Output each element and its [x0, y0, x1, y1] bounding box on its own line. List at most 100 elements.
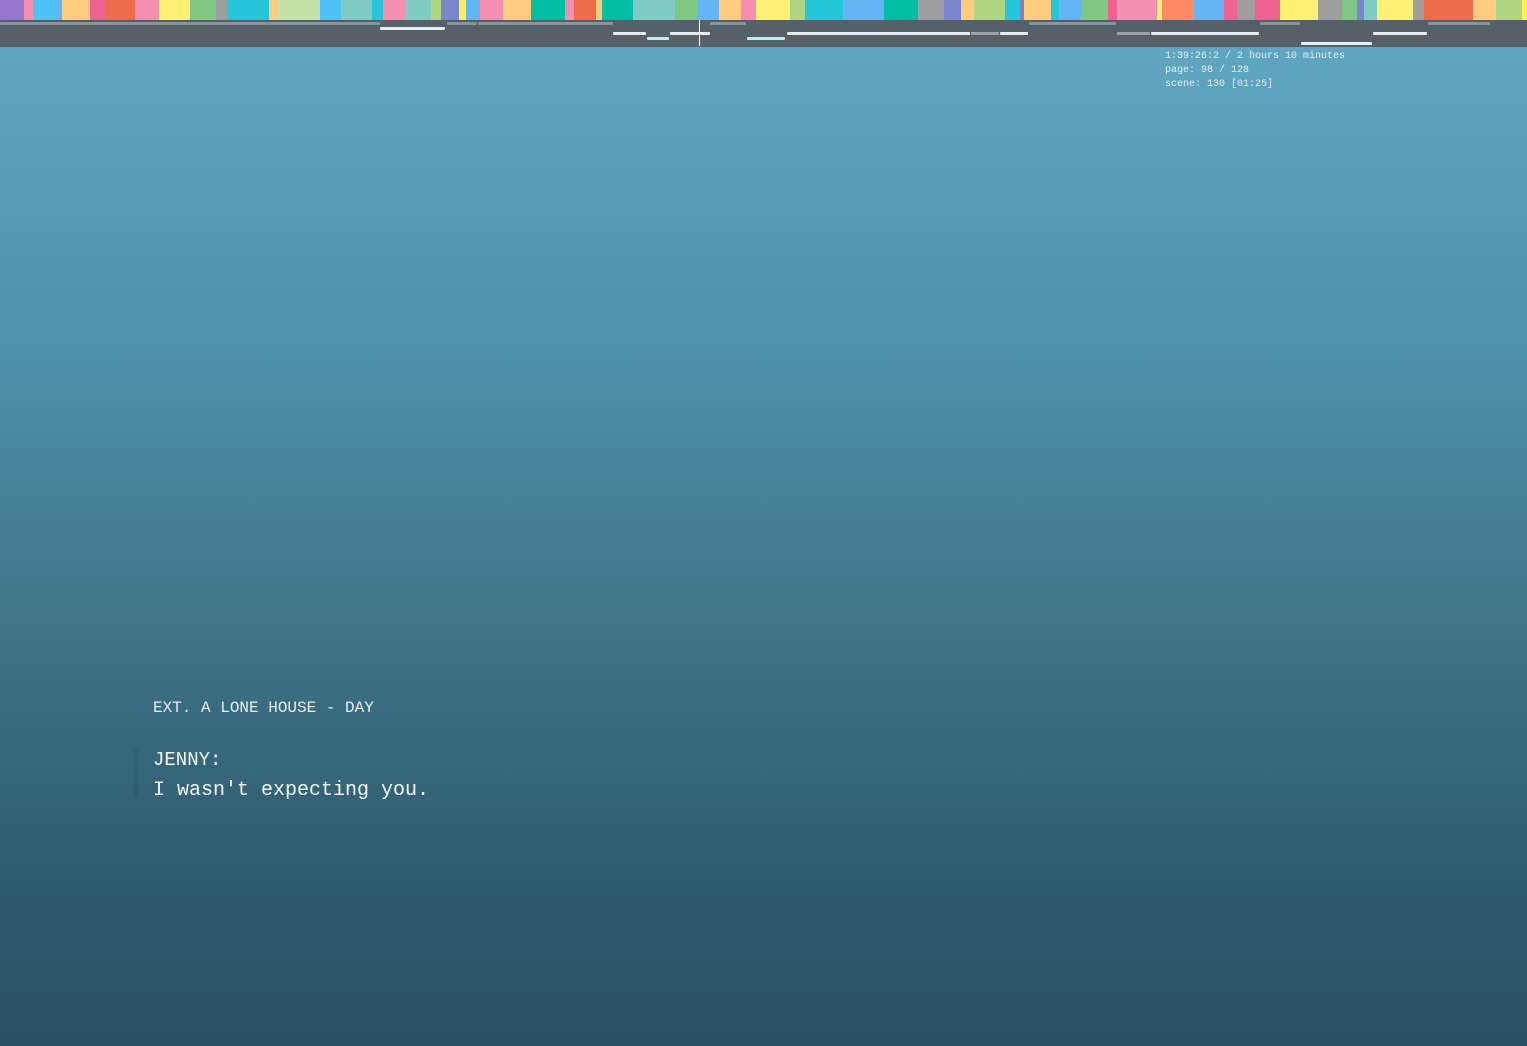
scene-segment[interactable] — [1453, 0, 1473, 20]
scene-segment[interactable] — [1522, 0, 1527, 20]
scene-segment[interactable] — [459, 0, 466, 20]
scene-segment[interactable] — [55, 0, 62, 20]
scene-segment[interactable] — [790, 0, 805, 20]
scene-segment[interactable] — [719, 0, 741, 20]
scene-segment[interactable] — [466, 0, 480, 20]
scene-segment[interactable] — [961, 0, 974, 20]
scene-segment[interactable] — [480, 0, 503, 20]
character-track-line — [0, 22, 120, 25]
scene-segment[interactable] — [1342, 0, 1357, 20]
scene-segment[interactable] — [1237, 0, 1248, 20]
scene-segment[interactable] — [843, 0, 884, 20]
scene-segment[interactable] — [1117, 0, 1157, 20]
scene-segment[interactable] — [565, 0, 574, 20]
character-name: JENNY: — [153, 749, 222, 771]
character-track-line — [747, 37, 785, 40]
scene-segment[interactable] — [383, 0, 405, 20]
scene-color-strip[interactable] — [0, 0, 1527, 20]
scene-segment[interactable] — [1162, 0, 1194, 20]
character-track-line — [1117, 32, 1150, 35]
character-track-line — [1260, 22, 1300, 25]
scene-segment[interactable] — [24, 0, 33, 20]
scene-segment[interactable] — [190, 0, 216, 20]
character-track-line — [1029, 22, 1116, 25]
scene-segment[interactable] — [741, 0, 756, 20]
character-track-line — [647, 37, 669, 40]
timeline-bar[interactable] — [0, 0, 1527, 47]
scene-segment[interactable] — [1108, 0, 1117, 20]
character-track-line — [971, 32, 999, 35]
scene-segment[interactable] — [227, 0, 269, 20]
scene-segment[interactable] — [1377, 0, 1413, 20]
scene-segment[interactable] — [105, 0, 135, 20]
scene-segment[interactable] — [602, 0, 633, 20]
scene-segment[interactable] — [0, 0, 24, 20]
scene-segment[interactable] — [341, 0, 372, 20]
time-readout: 1:39:26:2 / 2 hours 10 minutes — [1165, 51, 1346, 62]
scene-segment[interactable] — [531, 0, 565, 20]
scene-segment[interactable] — [1059, 0, 1081, 20]
playback-info: 1:39:26:2 / 2 hours 10 minutes page: 98 … — [1165, 50, 1345, 92]
scene-segment[interactable] — [1081, 0, 1108, 20]
scene-segment[interactable] — [431, 0, 441, 20]
character-track-line — [1428, 22, 1490, 25]
scene-segment[interactable] — [33, 0, 55, 20]
scene-segment[interactable] — [1364, 0, 1377, 20]
character-track-line — [380, 27, 445, 30]
character-track-line — [613, 32, 646, 35]
scene-segment[interactable] — [1255, 0, 1280, 20]
scene-segment[interactable] — [944, 0, 961, 20]
scene-segment[interactable] — [756, 0, 790, 20]
page-readout: page: 98 / 128 — [1165, 65, 1250, 76]
scene-segment[interactable] — [1224, 0, 1237, 20]
character-track-line — [787, 32, 970, 35]
character-track-line — [120, 22, 270, 25]
scene-segment[interactable] — [1280, 0, 1318, 20]
character-track-line — [710, 22, 746, 25]
character-track-line — [1373, 32, 1427, 35]
dialogue-block: JENNY: I wasn't expecting you. — [132, 748, 430, 804]
scene-segment[interactable] — [90, 0, 105, 20]
dialogue-line: I wasn't expecting you. — [153, 779, 430, 802]
scene-segment[interactable] — [320, 0, 341, 20]
scene-segment[interactable] — [675, 0, 697, 20]
scene-segment[interactable] — [1194, 0, 1224, 20]
scene-readout: scene: 130 [01:25] — [1165, 79, 1274, 90]
scene-segment[interactable] — [278, 0, 320, 20]
scene-segment[interactable] — [633, 0, 675, 20]
scene-segment[interactable] — [918, 0, 944, 20]
scene-segment[interactable] — [1024, 0, 1051, 20]
scene-segment[interactable] — [574, 0, 596, 20]
character-track-line — [478, 22, 613, 25]
scene-segment[interactable] — [135, 0, 159, 20]
scene-segment[interactable] — [1413, 0, 1424, 20]
scene-segment[interactable] — [1005, 0, 1020, 20]
scene-segment[interactable] — [1051, 0, 1059, 20]
scene-heading: EXT. A LONE HOUSE - DAY — [153, 699, 374, 717]
scene-segment[interactable] — [503, 0, 531, 20]
scene-segment[interactable] — [974, 0, 1005, 20]
character-track-line — [1301, 42, 1372, 45]
scene-segment[interactable] — [216, 0, 227, 20]
scene-segment[interactable] — [1473, 0, 1496, 20]
scene-segment[interactable] — [62, 0, 90, 20]
character-track-line — [270, 22, 380, 25]
scene-segment[interactable] — [697, 0, 719, 20]
character-track-line — [670, 32, 710, 35]
scene-segment[interactable] — [805, 0, 843, 20]
playhead[interactable] — [699, 20, 700, 46]
character-track-line — [1151, 32, 1259, 35]
scene-segment[interactable] — [884, 0, 918, 20]
scene-segment[interactable] — [159, 0, 190, 20]
scene-segment[interactable] — [441, 0, 459, 20]
scene-segment[interactable] — [1248, 0, 1255, 20]
character-track-line — [447, 22, 477, 25]
scene-segment[interactable] — [1318, 0, 1342, 20]
scene-segment[interactable] — [1424, 0, 1453, 20]
character-track-line — [1000, 32, 1028, 35]
scene-segment[interactable] — [269, 0, 278, 20]
scene-segment[interactable] — [372, 0, 383, 20]
scene-segment[interactable] — [405, 0, 431, 20]
scene-segment[interactable] — [1357, 0, 1364, 20]
scene-segment[interactable] — [1500, 0, 1522, 20]
